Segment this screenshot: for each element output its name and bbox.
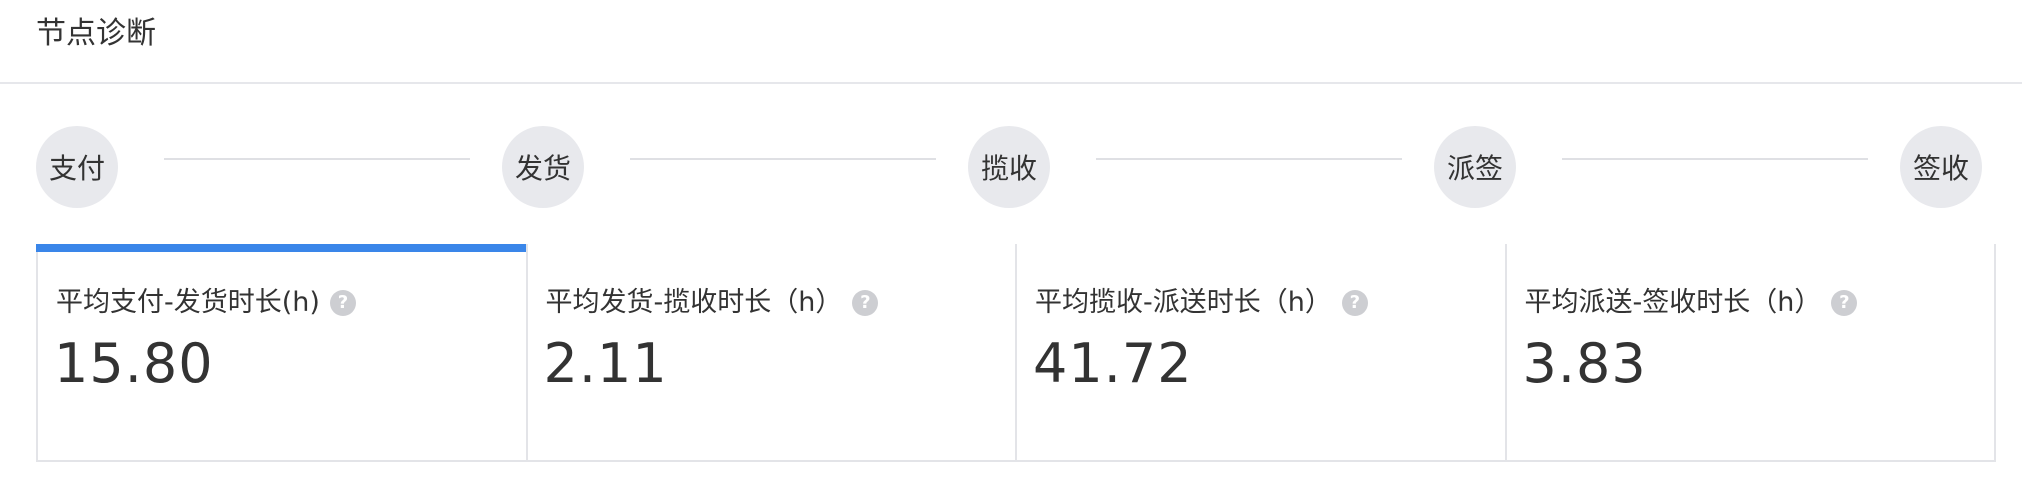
metric-card-pickup-dispatch[interactable]: 平均揽收-派送时长（h） ? 41.72 (1017, 244, 1507, 460)
flow-node-pickup: 揽收 (968, 126, 1050, 208)
flow-node-ship: 发货 (502, 126, 584, 208)
metric-value: 3.83 (1522, 332, 1647, 395)
flow-connector (630, 158, 936, 160)
panel-header: 节点诊断 (0, 0, 2022, 84)
metric-label: 平均发货-揽收时长（h） (545, 287, 843, 318)
flow-connector (1562, 158, 1868, 160)
question-icon[interactable]: ? (1831, 290, 1858, 316)
flow-node-dispatch: 派签 (1434, 126, 1516, 208)
question-icon[interactable]: ? (1341, 290, 1368, 316)
page-title: 节点诊断 (36, 16, 156, 51)
metric-label: 平均派送-签收时长（h） (1524, 287, 1822, 318)
metric-value: 41.72 (1033, 332, 1193, 395)
metric-label: 平均支付-发货时长(h) (56, 287, 320, 318)
metric-label: 平均揽收-派送时长（h） (1035, 287, 1332, 318)
question-icon[interactable]: ? (852, 290, 879, 316)
metric-value: 15.80 (54, 332, 214, 395)
metric-card-pay-ship[interactable]: 平均支付-发货时长(h) ? 15.80 (36, 244, 528, 460)
flow-node-pay: 支付 (36, 126, 118, 208)
metric-label-row: 平均支付-发货时长(h) ? (56, 286, 356, 320)
metric-cards: 平均支付-发货时长(h) ? 15.80 平均发货-揽收时长（h） ? 2.11… (36, 244, 1996, 462)
metric-card-dispatch-sign[interactable]: 平均派送-签收时长（h） ? 3.83 (1507, 244, 1995, 460)
flow-connector (164, 158, 470, 160)
metric-label-row: 平均派送-签收时长（h） ? (1525, 286, 1858, 320)
metric-value: 2.11 (543, 332, 668, 395)
flow-node-sign: 签收 (1900, 126, 1982, 208)
metric-label-row: 平均揽收-派送时长（h） ? (1035, 286, 1368, 320)
metric-label-row: 平均发货-揽收时长（h） ? (546, 286, 879, 320)
flow-connector (1096, 158, 1402, 160)
node-flow: 支付 发货 揽收 派签 签收 (0, 120, 2022, 210)
question-icon[interactable]: ? (329, 290, 356, 316)
metric-card-ship-pickup[interactable]: 平均发货-揽收时长（h） ? 2.11 (528, 244, 1017, 460)
